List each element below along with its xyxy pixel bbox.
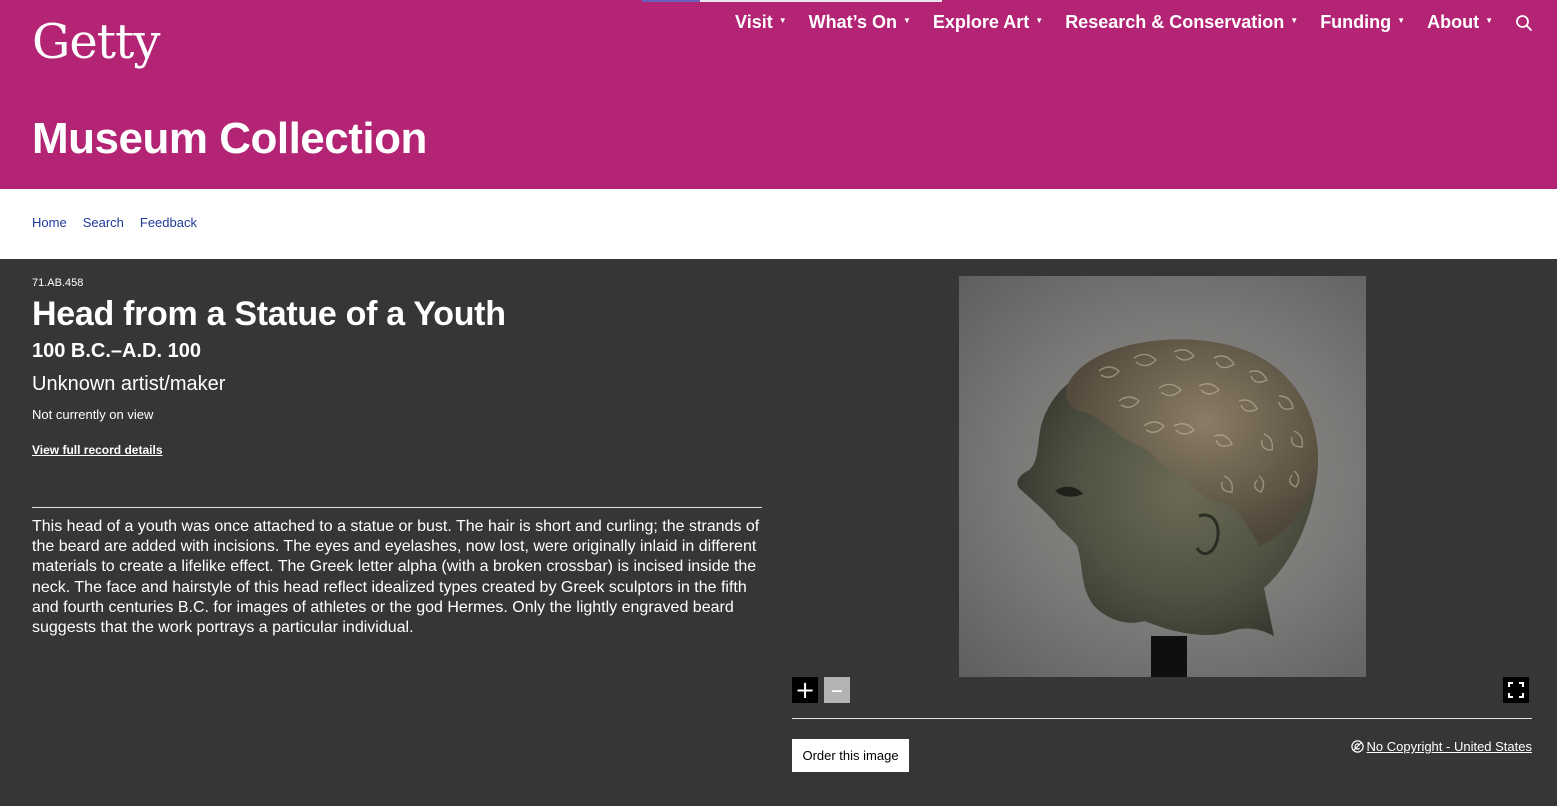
main-nav: Visit ▼ What’s On ▼ Explore Art ▼ Research … [713,12,1533,33]
fullscreen-icon[interactable] [1503,677,1529,703]
rights-label: No Copyright - United States [1366,739,1532,754]
nav-item-label: About [1427,12,1480,32]
zoom-in-button[interactable]: + [792,677,818,703]
no-copyright-icon [1350,740,1364,753]
top-strip [642,0,942,2]
nav-item-about[interactable]: About ▼ [1427,12,1493,33]
order-image-button[interactable]: Order this image [792,739,909,772]
nav-item-visit[interactable]: Visit ▼ [735,12,787,33]
site-header: Getty Visit ▼ What’s On ▼ Explore Art ▼ Res… [0,0,1557,189]
breadcrumb-feedback-link[interactable]: Feedback [140,215,197,230]
divider [792,718,1532,719]
zoom-out-button[interactable]: – [824,677,850,703]
nav-item-whats-on[interactable]: What’s On ▼ [809,12,911,33]
nav-item-label: What’s On [808,12,897,32]
breadcrumb-home-link[interactable]: Home [32,215,67,230]
nav-item-label: Research & Conservation [1065,12,1285,32]
page-title: Museum Collection [32,114,427,163]
nav-item-label: Funding [1320,12,1392,32]
top-strip-accent [642,0,700,2]
nav-item-funding[interactable]: Funding ▼ [1320,12,1405,33]
caret-down-icon: ▼ [778,16,787,25]
breadcrumb: Home Search Feedback [32,215,213,230]
caret-down-icon: ▼ [1035,16,1044,25]
view-status: Not currently on view [32,407,154,422]
breadcrumb-search-link[interactable]: Search [83,215,124,230]
object-date: 100 B.C.–A.D. 100 [32,340,201,362]
accession-number: 71.AB.458 [32,277,84,289]
nav-item-research-conservation[interactable]: Research & Conservation ▼ [1065,12,1298,33]
bronze-head-image [1017,339,1319,677]
object-title: Head from a Statue of a Youth [32,295,506,333]
artist-maker: Unknown artist/maker [32,373,226,395]
search-icon[interactable] [1515,14,1533,32]
object-detail: 71.AB.458 Head from a Statue of a Youth … [0,259,1557,806]
nav-item-label: Explore Art [932,12,1030,32]
divider [32,507,762,508]
view-full-record-link[interactable]: View full record details [32,443,163,457]
caret-down-icon: ▼ [1485,16,1493,25]
rights-statement-link[interactable]: No Copyright - United States [1350,739,1532,754]
caret-down-icon: ▼ [902,16,911,25]
caret-down-icon: ▼ [1290,16,1299,25]
caret-down-icon: ▼ [1397,16,1406,25]
artwork-image[interactable] [959,276,1366,677]
getty-logo[interactable]: Getty [32,14,160,70]
object-description: This head of a youth was once attached t… [32,518,760,637]
breadcrumb-bar: Home Search Feedback [0,189,1557,259]
nav-item-label: Visit [735,12,773,32]
nav-item-explore-art[interactable]: Explore Art ▼ [933,12,1043,33]
